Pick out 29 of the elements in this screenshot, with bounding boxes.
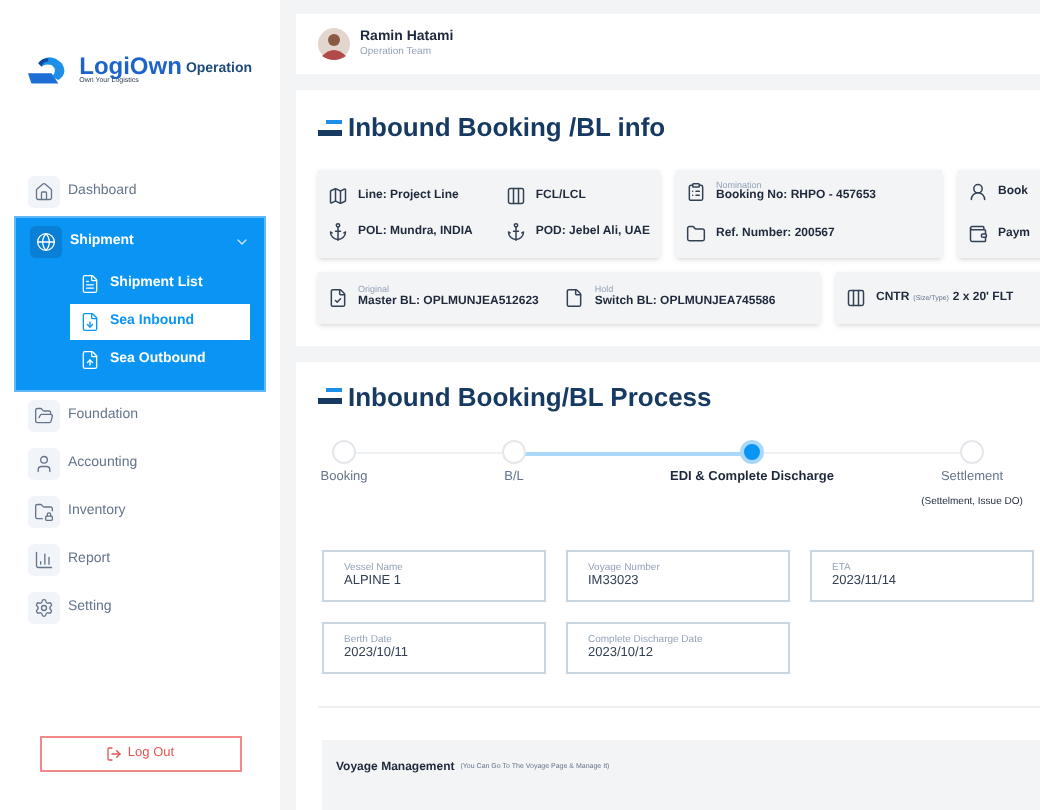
title-mark-icon xyxy=(318,119,342,136)
logout-icon xyxy=(105,746,122,762)
folder-icon xyxy=(34,406,54,426)
wallet-icon xyxy=(968,224,988,244)
document-icon xyxy=(80,274,100,294)
section-title: Inbound Booking /BL info xyxy=(348,110,666,146)
home-icon xyxy=(34,182,54,202)
columns-icon xyxy=(846,287,866,307)
logo-text: LogiOwn xyxy=(79,54,182,79)
document-download-icon xyxy=(80,312,100,332)
chevron-icon xyxy=(234,234,250,250)
anchor-icon xyxy=(505,221,526,241)
bar-chart-icon xyxy=(34,550,54,570)
user-icon xyxy=(34,454,54,474)
document-upload-icon xyxy=(80,350,100,370)
user-icon xyxy=(968,182,988,202)
document-icon xyxy=(328,287,348,307)
globe-icon xyxy=(36,232,56,252)
avatar-icon xyxy=(318,28,350,60)
settings-icon xyxy=(34,598,54,618)
folder-icon xyxy=(686,224,706,245)
clipboard-icon xyxy=(686,182,706,203)
columns-icon xyxy=(505,185,526,205)
title-mark-icon xyxy=(318,388,342,405)
folder-lock-icon xyxy=(34,502,54,522)
section-title: Inbound Booking/BL Process xyxy=(348,379,712,416)
map-icon xyxy=(328,185,348,205)
document-icon xyxy=(564,287,585,307)
anchor-icon xyxy=(328,221,348,241)
